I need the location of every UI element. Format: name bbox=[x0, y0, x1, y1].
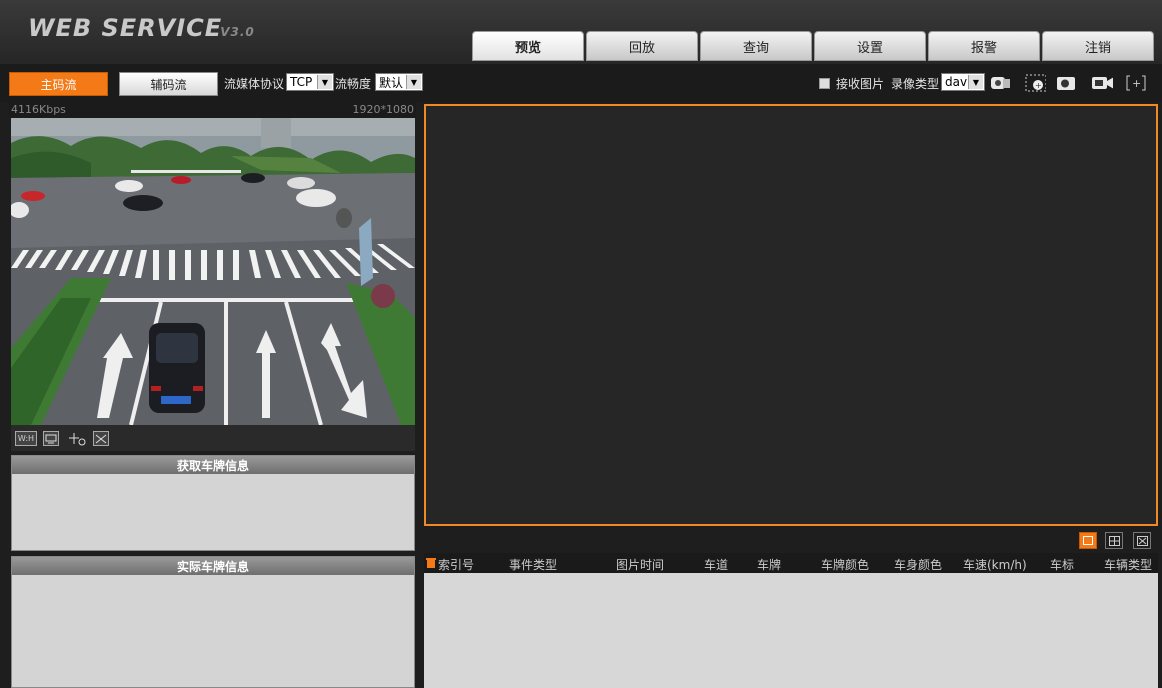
receive-image-label: 接收图片 bbox=[836, 77, 885, 91]
col-speed: 车速(km/h) bbox=[963, 558, 1027, 572]
tab-logout[interactable]: 注销 bbox=[1042, 31, 1154, 61]
video-controls: W:H bbox=[11, 425, 415, 451]
tab-alarm[interactable]: 报警 bbox=[928, 31, 1040, 61]
snapshot-icon[interactable] bbox=[1056, 73, 1078, 93]
traffic-camera-image bbox=[11, 118, 415, 425]
tab-playback[interactable]: 回放 bbox=[586, 31, 698, 61]
toolbar: 主码流 辅码流 流媒体协议 TCP ▼ 流畅度 默认 ▼ 接收图片 录像类型 d… bbox=[0, 64, 1162, 102]
get-plate-panel: 获取车牌信息 bbox=[11, 455, 415, 551]
fluency-select[interactable]: 默认 ▼ bbox=[375, 73, 423, 91]
fullscreen-bracket-icon[interactable]: + bbox=[1125, 73, 1147, 93]
svg-text:+: + bbox=[1132, 77, 1141, 90]
record-type-select[interactable]: dav ▼ bbox=[941, 73, 985, 91]
aspect-ratio-button[interactable]: W:H bbox=[15, 431, 37, 446]
record-type-value: dav bbox=[945, 75, 968, 89]
stream-info-bar: 4116Kbps 1920*1080 bbox=[9, 102, 416, 118]
record-type-label: 录像类型 bbox=[891, 77, 940, 91]
col-body-color: 车身颜色 bbox=[894, 558, 943, 572]
col-plate: 车牌 bbox=[757, 558, 782, 572]
event-table-header: 索引号 事件类型 图片时间 车道 车牌 车牌颜色 车身颜色 车速(km/h) 车… bbox=[424, 553, 1158, 573]
tab-preview[interactable]: 预览 bbox=[472, 31, 584, 61]
chevron-down-icon: ▼ bbox=[406, 75, 421, 89]
zoom-in-region-icon[interactable]: + bbox=[1024, 73, 1046, 93]
col-image-time: 图片时间 bbox=[616, 558, 665, 572]
logo-text: WEB SERVICE bbox=[28, 14, 223, 42]
main-tabs: 预览 回放 查询 设置 报警 注销 bbox=[472, 31, 1156, 61]
main-stream-button[interactable]: 主码流 bbox=[9, 72, 108, 96]
single-view-icon[interactable] bbox=[1079, 532, 1097, 549]
resolution-text: 1920*1080 bbox=[352, 103, 415, 116]
tab-settings[interactable]: 设置 bbox=[814, 31, 926, 61]
chevron-down-icon: ▼ bbox=[968, 75, 983, 89]
col-vehicle-type: 车辆类型 bbox=[1104, 558, 1153, 572]
fullscreen-icon[interactable] bbox=[1133, 532, 1151, 549]
protocol-value: TCP bbox=[290, 75, 313, 89]
preview-window[interactable] bbox=[424, 104, 1158, 526]
protocol-label: 流媒体协议 bbox=[224, 77, 285, 91]
chevron-down-icon: ▼ bbox=[317, 75, 332, 89]
actual-plate-panel: 实际车牌信息 bbox=[11, 556, 415, 688]
col-plate-color: 车牌颜色 bbox=[821, 558, 870, 572]
header-bar: WEB SERVICEV3.0 预览 回放 查询 设置 报警 注销 bbox=[0, 0, 1162, 64]
fluency-value: 默认 bbox=[379, 75, 404, 90]
event-table-body[interactable] bbox=[424, 573, 1158, 688]
fluency-label: 流畅度 bbox=[335, 77, 372, 91]
record-video-icon[interactable] bbox=[1091, 73, 1113, 93]
col-event-type: 事件类型 bbox=[509, 558, 558, 572]
get-plate-title: 获取车牌信息 bbox=[12, 456, 414, 474]
trash-icon[interactable] bbox=[426, 557, 436, 571]
fullscreen-icon[interactable] bbox=[93, 431, 109, 446]
col-index: 索引号 bbox=[438, 558, 475, 572]
receive-image-checkbox[interactable] bbox=[819, 78, 830, 89]
monitor-icon[interactable] bbox=[43, 431, 59, 446]
app-logo: WEB SERVICEV3.0 bbox=[28, 14, 255, 42]
ptz-control-icon[interactable] bbox=[67, 431, 87, 446]
col-logo: 车标 bbox=[1050, 558, 1075, 572]
quad-view-icon[interactable] bbox=[1105, 532, 1123, 549]
actual-plate-title: 实际车牌信息 bbox=[12, 557, 414, 575]
sub-stream-button[interactable]: 辅码流 bbox=[119, 72, 218, 96]
col-lane: 车道 bbox=[704, 558, 729, 572]
bitrate-text: 4116Kbps bbox=[11, 103, 66, 116]
live-video[interactable] bbox=[11, 118, 415, 425]
ptz-hand-icon[interactable] bbox=[990, 73, 1012, 93]
svg-text:+: + bbox=[1035, 81, 1042, 90]
protocol-select[interactable]: TCP ▼ bbox=[286, 73, 334, 91]
logo-version: V3.0 bbox=[220, 25, 255, 39]
tab-query[interactable]: 查询 bbox=[700, 31, 812, 61]
